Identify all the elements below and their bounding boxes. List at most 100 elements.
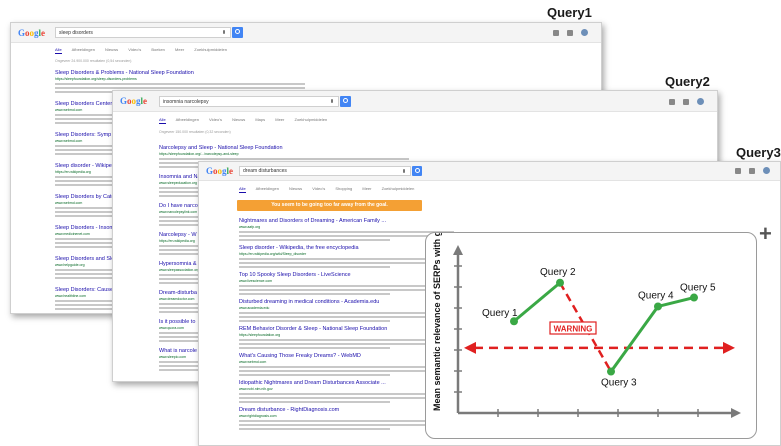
mic-icon[interactable] — [331, 99, 333, 103]
result-title-link[interactable]: Top 10 Spooky Sleep Disorders - LiveScie… — [239, 272, 454, 278]
result-snippet-line — [239, 401, 390, 403]
point-labels: Query 1 Query 2 Query 3 Query 4 Query 5 — [482, 267, 716, 389]
tab-more[interactable]: Meer — [175, 47, 184, 52]
tab-all[interactable]: Alle — [159, 117, 166, 124]
tab-shopping[interactable]: Shopping — [335, 186, 352, 191]
google-logo: Google — [120, 96, 148, 106]
avatar[interactable] — [697, 98, 704, 105]
tab-all[interactable]: Alle — [239, 186, 246, 193]
result-title-link[interactable]: Dream disturbance - RightDiagnosis.com — [239, 407, 454, 413]
result-snippet-line — [239, 374, 390, 376]
serp-1-tabs: Alle Afbeeldingen Nieuws Video's Boeken … — [55, 47, 236, 54]
result-snippet-line — [239, 312, 454, 314]
point-label: Query 2 — [540, 267, 576, 278]
tab-more[interactable]: Meer — [362, 186, 371, 191]
tab-images[interactable]: Afbeeldingen — [256, 186, 279, 191]
result-snippet-line — [239, 339, 454, 341]
series-segment — [609, 305, 660, 373]
result-snippet-line — [239, 316, 454, 318]
result-title-link[interactable]: Idiopathic Nightmares and Dream Disturba… — [239, 380, 454, 386]
result-snippet-line — [239, 343, 454, 345]
search-result: Disturbed dreaming in medical conditions… — [239, 299, 454, 322]
apps-icon[interactable] — [735, 168, 741, 174]
tab-videos[interactable]: Video's — [312, 186, 325, 191]
avatar[interactable] — [581, 29, 588, 36]
tab-search-tools[interactable]: Zoekhulpmiddelen — [194, 47, 227, 52]
search-input[interactable]: insomnia narcolepsy — [159, 96, 339, 107]
notifications-icon[interactable] — [749, 168, 755, 174]
result-snippet-line — [239, 366, 454, 368]
tab-news[interactable]: Nieuws — [289, 186, 302, 191]
result-snippet-line — [239, 428, 390, 430]
mic-icon[interactable] — [403, 169, 405, 173]
tab-news[interactable]: Nieuws — [232, 117, 245, 122]
result-url: https://en.wikipedia.org/wiki/Sleep_diso… — [239, 252, 307, 256]
add-icon[interactable]: + — [759, 223, 772, 245]
tab-maps[interactable]: Maps — [255, 117, 265, 122]
point-label: Query 1 — [482, 308, 518, 319]
result-title-link[interactable]: Disturbed dreaming in medical conditions… — [239, 299, 454, 305]
result-title-link[interactable]: REM Behavior Disorder & Sleep - National… — [239, 326, 454, 332]
result-stats: Ongeveer 150.000 resultaten (0,32 second… — [159, 130, 231, 134]
search-button[interactable] — [232, 27, 243, 38]
notifications-icon[interactable] — [567, 30, 573, 36]
tab-all[interactable]: Alle — [55, 47, 62, 54]
data-point — [690, 293, 698, 302]
result-snippet-line — [239, 424, 454, 426]
tab-videos[interactable]: Video's — [209, 117, 222, 122]
search-result: What's Causing Those Freaky Dreams? - We… — [239, 353, 454, 376]
mic-icon[interactable] — [223, 30, 225, 34]
tab-images[interactable]: Afbeeldingen — [72, 47, 95, 52]
tab-search-tools[interactable]: Zoekhulpmiddelen — [295, 117, 328, 122]
threshold-arrow-right — [723, 341, 735, 354]
search-result: Dream disturbance - RightDiagnosis.com ww… — [239, 407, 454, 430]
serp-2-topbar: Google insomnia narcolepsy — [113, 91, 717, 112]
result-stats: Ongeveer 24.900.000 resultaten (0,54 sec… — [55, 59, 132, 63]
tab-videos[interactable]: Video's — [128, 47, 141, 52]
notifications-icon[interactable] — [683, 99, 689, 105]
result-snippet-line — [55, 83, 305, 85]
result-snippet-line — [239, 420, 454, 422]
search-input[interactable]: sleep disorders — [55, 27, 231, 38]
tab-search-tools[interactable]: Zoekhulpmiddelen — [382, 186, 415, 191]
search-button[interactable] — [340, 96, 351, 107]
tab-news[interactable]: Nieuws — [105, 47, 118, 52]
search-result: REM Behavior Disorder & Sleep - National… — [239, 326, 454, 349]
result-url: www.ncbi.nlm.nih.gov — [239, 387, 273, 391]
apps-icon[interactable] — [553, 30, 559, 36]
result-url: www.webmd.com — [239, 360, 267, 364]
tab-books[interactable]: Boeken — [151, 47, 165, 52]
chart-ticks — [454, 265, 699, 417]
search-result: Sleep disorder - Wikipedia, the free enc… — [239, 245, 454, 268]
result-snippet-line — [239, 235, 454, 237]
x-axis-arrow — [731, 408, 741, 418]
result-url: https://sleepfoundation.org/.../narcolep… — [159, 152, 239, 156]
result-snippet-line — [239, 239, 390, 241]
tab-images[interactable]: Afbeeldingen — [176, 117, 199, 122]
search-button[interactable] — [412, 166, 422, 176]
y-axis-label: Mean semantic relevance of SERPs with go… — [432, 233, 442, 411]
apps-icon[interactable] — [669, 99, 675, 105]
result-title-link[interactable]: Nightmares and Disorders of Dreaming - A… — [239, 218, 454, 224]
result-url: www.aafp.org — [239, 225, 261, 229]
result-url: www.academia.edu — [239, 306, 270, 310]
result-url: www.rightdiagnosis.com — [239, 414, 277, 418]
search-result: Top 10 Spooky Sleep Disorders - LiveScie… — [239, 272, 454, 295]
result-snippet-line — [239, 370, 454, 372]
series-segment — [513, 281, 561, 323]
search-result: Nightmares and Disorders of Dreaming - A… — [239, 218, 454, 241]
serp-1-topbar: Google sleep disorders — [11, 23, 601, 43]
warning-badge: WARNING — [549, 321, 597, 335]
avatar[interactable] — [763, 167, 770, 174]
result-url: https://sleepfoundation.org/sleep-disord… — [55, 77, 137, 81]
result-title-link[interactable]: Sleep Disorders & Problems - National Sl… — [55, 70, 305, 76]
warning-text: WARNING — [554, 325, 593, 334]
result-title-link[interactable]: What's Causing Those Freaky Dreams? - We… — [239, 353, 454, 359]
google-logo: Google — [18, 28, 46, 38]
result-url: www.livescience.com — [239, 279, 273, 283]
tab-more[interactable]: Meer — [275, 117, 284, 122]
search-input[interactable]: dream disturbances — [239, 166, 411, 176]
result-title-link[interactable]: Narcolepsy and Sleep - National Sleep Fo… — [159, 145, 409, 151]
result-title-link[interactable]: Sleep disorder - Wikipedia, the free enc… — [239, 245, 454, 251]
result-snippet-line — [239, 289, 454, 291]
